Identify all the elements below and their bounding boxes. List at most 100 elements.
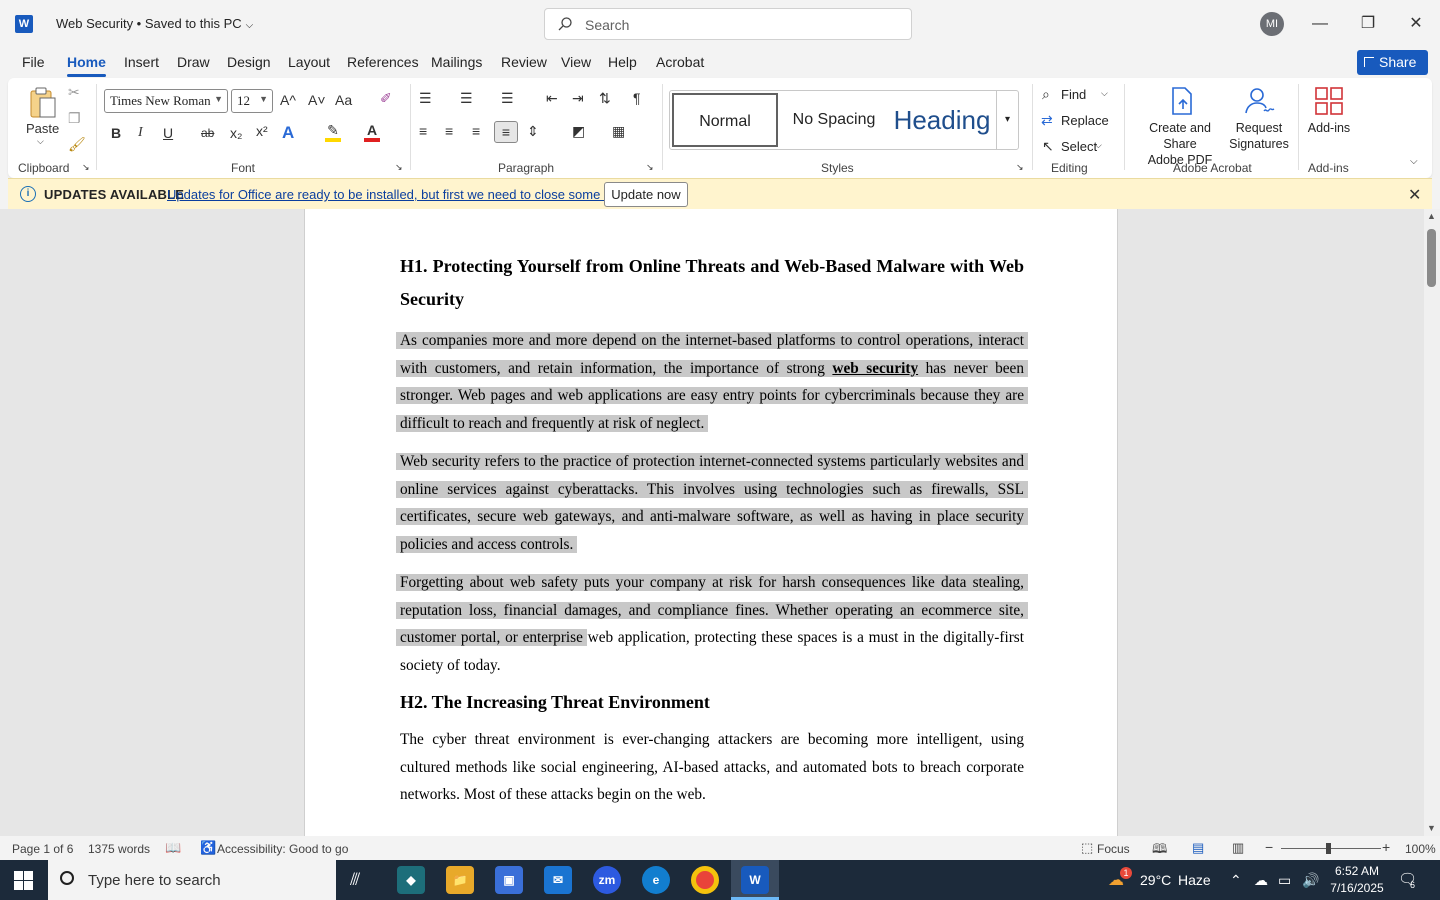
tab-mailings[interactable]: Mailings bbox=[431, 54, 482, 70]
minimize-button[interactable]: — bbox=[1305, 10, 1335, 38]
task-view-icon[interactable]: ⫻ bbox=[350, 870, 360, 890]
heading-1[interactable]: H1. Protecting Yourself from Online Thre… bbox=[400, 250, 1024, 316]
style-no-spacing[interactable]: No Spacing bbox=[782, 93, 886, 147]
font-launcher-icon[interactable]: ↘ bbox=[395, 162, 403, 173]
underline-button[interactable]: U bbox=[163, 125, 173, 141]
scroll-down-icon[interactable]: ▼ bbox=[1427, 823, 1436, 833]
accessibility-status[interactable]: Accessibility: Good to go bbox=[217, 842, 348, 856]
paragraph-3[interactable]: Forgetting about web safety puts your co… bbox=[396, 569, 1028, 679]
update-now-button[interactable]: Update now bbox=[604, 182, 688, 207]
weather-temp[interactable]: 29°C bbox=[1140, 872, 1171, 888]
file-explorer-icon[interactable]: 📁 bbox=[446, 866, 474, 894]
mail-icon[interactable]: ✉ bbox=[544, 866, 572, 894]
zoom-out-icon[interactable]: − bbox=[1265, 839, 1273, 855]
proofing-icon[interactable]: 📖 bbox=[165, 840, 181, 856]
change-case-button[interactable]: Aa bbox=[335, 92, 352, 108]
document-title[interactable]: Web Security • Saved to this PC ⌵ bbox=[56, 16, 253, 31]
tab-view[interactable]: View bbox=[561, 54, 591, 70]
select-button[interactable]: Select bbox=[1061, 139, 1097, 154]
font-name-box[interactable]: Times New Roman ▼ bbox=[104, 89, 228, 113]
font-color-icon[interactable]: A bbox=[364, 122, 380, 142]
print-layout-icon[interactable]: ▤ bbox=[1192, 840, 1204, 856]
windows-start-icon[interactable] bbox=[14, 871, 33, 890]
updates-link[interactable]: Updates for Office are ready to be insta… bbox=[167, 187, 636, 202]
text-effects-icon[interactable]: A bbox=[282, 123, 294, 143]
share-button[interactable]: Share bbox=[1357, 50, 1428, 75]
style-normal[interactable]: Normal bbox=[672, 93, 778, 147]
sort-icon[interactable]: ⇅ bbox=[599, 90, 611, 107]
paste-dropdown-icon[interactable]: ⌵ bbox=[37, 136, 44, 147]
superscript-button[interactable]: x² bbox=[256, 123, 268, 139]
onedrive-icon[interactable]: ☁ bbox=[1254, 872, 1268, 889]
tab-file[interactable]: File bbox=[22, 54, 45, 70]
zoom-slider[interactable] bbox=[1281, 848, 1381, 849]
increase-indent-icon[interactable]: ⇥ bbox=[572, 90, 584, 107]
taskbar-search[interactable]: Type here to search bbox=[48, 860, 336, 900]
strikethrough-button[interactable]: ab bbox=[201, 126, 214, 140]
close-window-button[interactable]: ✕ bbox=[1401, 10, 1431, 38]
word-count[interactable]: 1375 words bbox=[88, 842, 150, 856]
numbering-icon[interactable]: ☰ bbox=[460, 90, 473, 107]
clear-formatting-icon[interactable]: ✐ bbox=[380, 90, 392, 107]
close-icon[interactable]: ✕ bbox=[1408, 185, 1421, 205]
read-mode-icon[interactable]: 🕮 bbox=[1152, 840, 1167, 862]
style-heading[interactable]: Heading bbox=[886, 93, 998, 147]
bullets-icon[interactable]: ☰ bbox=[419, 90, 432, 107]
zoom-level[interactable]: 100% bbox=[1405, 842, 1436, 856]
borders-icon[interactable]: ▦ bbox=[612, 123, 625, 140]
search-box[interactable]: Search bbox=[544, 8, 912, 40]
scroll-up-icon[interactable]: ▲ bbox=[1427, 211, 1436, 221]
app-icon[interactable]: ◆ bbox=[397, 866, 425, 894]
tab-help[interactable]: Help bbox=[608, 54, 637, 70]
tab-design[interactable]: Design bbox=[227, 54, 271, 70]
show-formatting-button[interactable]: ¶ bbox=[633, 90, 641, 106]
chevron-down-icon[interactable]: ⌵ bbox=[1101, 88, 1108, 99]
cut-icon[interactable]: ✂ bbox=[68, 84, 80, 101]
focus-button[interactable]: Focus bbox=[1097, 842, 1130, 856]
replace-button[interactable]: Replace bbox=[1061, 113, 1109, 128]
volume-icon[interactable]: 🔊 bbox=[1302, 872, 1319, 889]
user-avatar[interactable]: MI bbox=[1260, 12, 1284, 36]
multilevel-list-icon[interactable]: ☰ bbox=[501, 90, 514, 107]
tab-references[interactable]: References bbox=[347, 54, 419, 70]
store-icon[interactable]: ▣ bbox=[495, 866, 523, 894]
request-signatures-icon[interactable] bbox=[1244, 86, 1276, 116]
justify-icon[interactable]: ≡ bbox=[494, 121, 518, 143]
clipboard-launcher-icon[interactable]: ↘ bbox=[82, 162, 90, 173]
network-icon[interactable]: ▭ bbox=[1278, 872, 1291, 889]
styles-launcher-icon[interactable]: ↘ bbox=[1016, 162, 1024, 173]
tab-home[interactable]: Home bbox=[67, 54, 106, 77]
tab-draw[interactable]: Draw bbox=[177, 54, 210, 70]
highlight-icon[interactable]: ✎ bbox=[325, 122, 341, 142]
paragraph-1[interactable]: As companies more and more depend on the… bbox=[396, 327, 1028, 437]
heading-2[interactable]: H2. The Increasing Threat Environment bbox=[400, 689, 1024, 715]
tab-insert[interactable]: Insert bbox=[124, 54, 159, 70]
align-left-icon[interactable]: ≡ bbox=[419, 123, 427, 139]
web-security-link[interactable]: web security bbox=[832, 360, 918, 377]
align-right-icon[interactable]: ≡ bbox=[472, 123, 480, 139]
add-ins-button[interactable]: Add-ins bbox=[1306, 120, 1352, 136]
document-page[interactable]: H1. Protecting Yourself from Online Thre… bbox=[304, 209, 1118, 836]
vertical-scrollbar[interactable]: ▲ ▼ bbox=[1424, 209, 1440, 836]
zoom-in-icon[interactable]: + bbox=[1382, 839, 1390, 855]
document-body[interactable]: H1. Protecting Yourself from Online Thre… bbox=[396, 238, 1028, 809]
add-ins-icon[interactable] bbox=[1314, 86, 1344, 116]
tab-review[interactable]: Review bbox=[501, 54, 547, 70]
tab-layout[interactable]: Layout bbox=[288, 54, 330, 70]
chevron-up-icon[interactable]: ⌃ bbox=[1230, 872, 1242, 889]
subscript-button[interactable]: x₂ bbox=[230, 125, 242, 141]
weather-text[interactable]: Haze bbox=[1178, 872, 1211, 888]
scroll-thumb[interactable] bbox=[1427, 229, 1436, 287]
maximize-button[interactable]: ❐ bbox=[1353, 10, 1383, 38]
paste-icon[interactable] bbox=[28, 86, 58, 120]
grow-font-button[interactable]: A^ bbox=[280, 92, 296, 108]
shrink-font-button[interactable]: A˅ bbox=[308, 92, 326, 108]
create-pdf-icon[interactable] bbox=[1169, 86, 1195, 116]
font-size-box[interactable]: 12 ▼ bbox=[231, 89, 273, 113]
italic-button[interactable]: I bbox=[138, 125, 143, 141]
paragraph-4[interactable]: The cyber threat environment is ever-cha… bbox=[400, 726, 1024, 809]
decrease-indent-icon[interactable]: ⇤ bbox=[546, 90, 558, 107]
styles-more-icon[interactable]: ▾ bbox=[996, 91, 1018, 149]
paragraph-2[interactable]: Web security refers to the practice of p… bbox=[396, 448, 1028, 558]
paragraph-launcher-icon[interactable]: ↘ bbox=[646, 162, 654, 173]
